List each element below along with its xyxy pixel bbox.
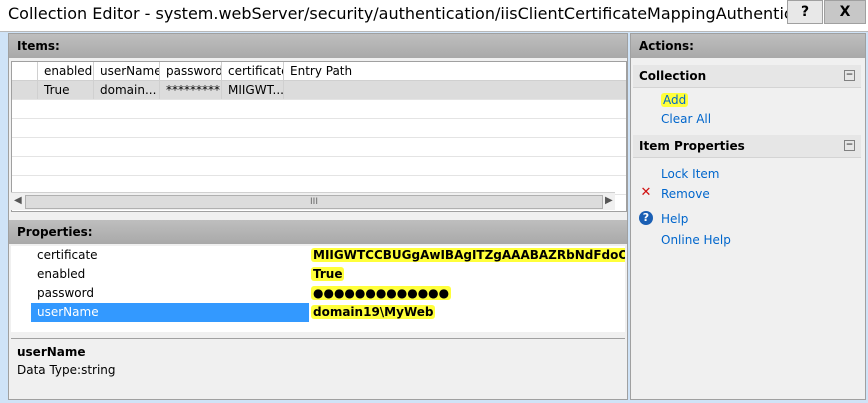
help-link[interactable]: Help [661,212,688,226]
empty-row [12,157,626,176]
property-name: userName [31,303,309,322]
description-type: Data Type:string [17,363,116,377]
collection-group-title: Collection [639,69,707,83]
description-name: userName [17,345,86,359]
window-title: Collection Editor - system.webServer/sec… [8,4,798,23]
cell-username: domain... [94,81,160,99]
add-link[interactable]: Add [661,93,689,107]
property-value[interactable]: domain19\MyWeb [311,303,625,322]
property-row-certificate[interactable]: certificate MIIGWTCCBUGgAwIBAgITZgAAABAZ… [31,246,625,265]
username-value: domain19\MyWeb [311,305,436,319]
add-link-label: Add [661,93,689,107]
collapse-icon[interactable]: − [844,140,855,151]
items-grid: enabled userName password certificate En… [11,61,627,212]
close-button[interactable]: X [824,0,866,24]
actions-header: Actions: [631,34,865,58]
row-header-cell [12,62,38,80]
collapse-icon[interactable]: − [844,70,855,81]
column-header-enabled[interactable]: enabled [38,62,94,80]
cell-entry-path [284,81,626,99]
row-header-cell [12,81,38,99]
property-name: enabled [37,267,86,281]
enabled-value: True [311,267,345,281]
column-header-password[interactable]: password [160,62,222,80]
horizontal-scrollbar[interactable]: ◀ III ▶ [11,192,615,210]
grid-header: enabled userName password certificate En… [12,62,626,81]
remove-link[interactable]: Remove [661,187,710,201]
items-header-label: Items: [17,39,60,53]
certificate-value: MIIGWTCCBUGgAwIBAgITZgAAABAZRbNdFdoOXQAA… [311,248,625,262]
online-help-link[interactable]: Online Help [661,233,731,247]
property-value[interactable]: MIIGWTCCBUGgAwIBAgITZgAAABAZRbNdFdoOXQAA… [311,246,625,265]
remove-icon[interactable]: ✕ [639,186,653,200]
table-row[interactable]: True domain... *********... MIIGWT... [12,81,626,100]
title-bar: Collection Editor - system.webServer/sec… [0,0,868,32]
empty-row [12,138,626,157]
scroll-right-arrow-icon[interactable]: ▶ [605,195,613,206]
column-header-username[interactable]: userName [94,62,160,80]
property-row-enabled[interactable]: enabled True [31,265,625,284]
properties-header-label: Properties: [17,225,93,239]
collection-group-header[interactable]: Collection − [633,65,861,88]
left-pane: Items: enabled userName password certifi… [8,33,628,400]
property-value[interactable]: ●●●●●●●●●●●●● [311,284,625,303]
property-row-password[interactable]: password ●●●●●●●●●●●●● [31,284,625,303]
scroll-thumb[interactable]: III [25,195,603,209]
column-header-entry-path[interactable]: Entry Path [284,62,626,80]
item-properties-group-header[interactable]: Item Properties − [633,135,861,158]
scroll-left-arrow-icon[interactable]: ◀ [14,195,22,206]
help-icon[interactable]: ? [639,211,653,225]
column-header-certificate[interactable]: certificate [222,62,284,80]
description-panel: userName Data Type:string [11,338,625,399]
property-name: certificate [37,248,98,262]
actions-header-label: Actions: [639,39,694,53]
cell-certificate: MIIGWT... [222,81,284,99]
property-name: password [37,286,94,300]
empty-row [12,119,626,138]
properties-header: Properties: [9,220,627,244]
cell-password: *********... [160,81,222,99]
help-button[interactable]: ? [787,0,823,24]
property-value[interactable]: True [311,265,625,284]
password-value: ●●●●●●●●●●●●● [311,286,452,300]
lock-item-link[interactable]: Lock Item [661,167,720,181]
items-header: Items: [9,34,627,58]
property-row-username[interactable]: userName domain19\MyWeb [31,303,625,322]
actions-pane: Actions: Collection − Add Clear All Item… [630,33,866,400]
item-properties-group-title: Item Properties [639,139,745,153]
empty-row [12,100,626,119]
cell-enabled: True [38,81,94,99]
property-grid: certificate MIIGWTCCBUGgAwIBAgITZgAAABAZ… [11,246,625,332]
clear-all-link[interactable]: Clear All [661,112,711,126]
